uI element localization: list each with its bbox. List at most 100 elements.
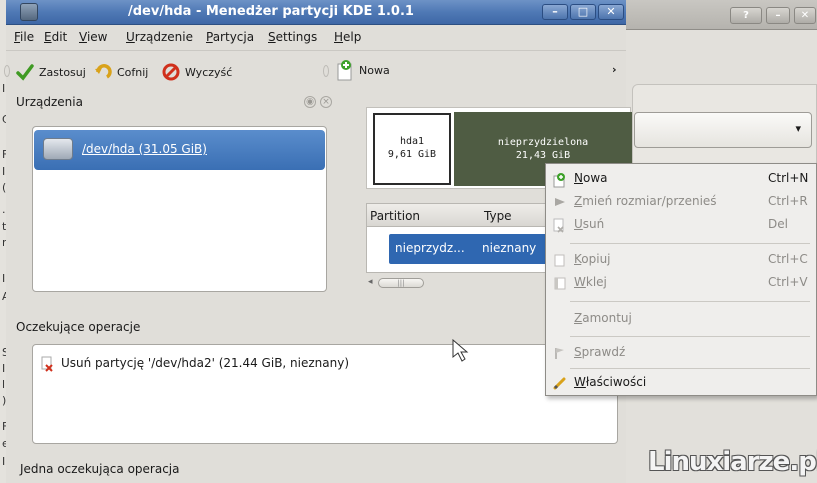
chevron-down-icon: ▾ xyxy=(795,122,801,135)
partition-block-hda1[interactable]: hda1 9,61 GiB xyxy=(373,113,451,185)
menu-item-shortcut: Ctrl+C xyxy=(768,252,808,266)
left-strip-char: . xyxy=(2,203,6,216)
status-bar: Jedna oczekująca operacja xyxy=(20,462,180,476)
menu-item-label: Wklej xyxy=(574,275,607,289)
clear-label: Wyczyść xyxy=(185,65,233,79)
float-panel-icon[interactable]: ◉ xyxy=(304,96,316,108)
pending-operations-list: Usuń partycję '/dev/hda2' (21.44 GiB, ni… xyxy=(32,344,618,444)
menu-item-label: Zmień rozmiar/przenieś xyxy=(574,194,717,208)
toolbar: Zastosuj Cofnij Wyczyść Nowa › xyxy=(4,50,626,88)
new-button[interactable]: Nowa xyxy=(336,59,390,81)
left-strip-char: I xyxy=(2,455,6,468)
menu-item-label: Usuń xyxy=(574,217,605,231)
left-strip-char: I xyxy=(2,82,6,95)
apply-button[interactable]: Zastosuj xyxy=(16,63,86,81)
menu-item-label: Sprawdź xyxy=(574,345,626,359)
left-strip-char: I xyxy=(2,272,6,285)
watermark-logo: Linuxiarze.pl xyxy=(648,447,817,477)
partition-name: nieprzydzielona xyxy=(497,137,589,148)
cell-partition: nieprzydz... xyxy=(395,241,465,255)
delete-icon xyxy=(41,356,55,372)
column-header-type[interactable]: Type xyxy=(484,209,512,223)
checkmark-icon xyxy=(16,63,34,81)
toolbar-separator xyxy=(323,65,329,77)
paste-icon xyxy=(553,276,567,290)
table-row[interactable]: nieprzydz... nieznany xyxy=(389,234,564,264)
menu-separator xyxy=(570,243,810,244)
menu-separator xyxy=(570,301,810,302)
menu-item-paste[interactable]: Wklej Ctrl+V xyxy=(546,272,817,294)
window-titlebar[interactable]: /dev/hda - Menedżer partycji KDE 1.0.1 –… xyxy=(6,0,626,25)
menu-item-properties[interactable]: Właściwości xyxy=(546,372,817,394)
partition-size: 9,61 GiB xyxy=(387,149,437,160)
delete-icon xyxy=(553,218,567,233)
cell-type: nieznany xyxy=(482,241,537,255)
new-label: Nowa xyxy=(359,63,390,77)
scrollbar-thumb[interactable]: ||| xyxy=(378,278,424,288)
properties-icon xyxy=(553,376,567,390)
menu-partition[interactable]: Partycja xyxy=(206,30,254,44)
list-item[interactable]: Usuń partycję '/dev/hda2' (21.44 GiB, ni… xyxy=(41,356,350,372)
background-combo-box[interactable]: ▾ xyxy=(634,112,812,148)
column-header-partition[interactable]: Partition xyxy=(370,209,420,223)
menu-bar: File Edit View Urządzenie Partycja Setti… xyxy=(6,25,626,49)
left-strip-char: I xyxy=(2,362,6,375)
menu-settings[interactable]: Settings xyxy=(268,30,317,44)
menu-item-shortcut: Ctrl+V xyxy=(768,275,808,289)
hard-disk-icon xyxy=(43,138,73,160)
pending-item-label: Usuń partycję '/dev/hda2' (21.44 GiB, ni… xyxy=(61,356,350,370)
help-button[interactable]: ? xyxy=(730,7,762,24)
window-title: /dev/hda - Menedżer partycji KDE 1.0.1 xyxy=(128,4,414,19)
devices-panel-title: Urządzenia xyxy=(16,95,83,109)
undo-label: Cofnij xyxy=(117,65,149,79)
menu-item-label: Zamontuj xyxy=(574,311,632,325)
mouse-cursor-icon xyxy=(452,339,469,362)
maximize-button[interactable]: □ xyxy=(570,4,596,20)
pending-panel-title: Oczekujące operacje xyxy=(16,320,141,334)
minimize-button[interactable]: – xyxy=(542,4,568,20)
menu-item-delete[interactable]: Usuń Del xyxy=(546,214,817,236)
menu-item-label: Właściwości xyxy=(574,375,647,389)
close-panel-icon[interactable]: × xyxy=(320,96,332,108)
new-partition-icon xyxy=(336,59,354,81)
minimize-button[interactable]: – xyxy=(766,7,790,24)
close-button[interactable]: ✕ xyxy=(598,4,624,20)
clear-button[interactable]: Wyczyść xyxy=(162,63,232,81)
toolbar-overflow-button[interactable]: › xyxy=(612,63,617,76)
check-icon xyxy=(553,346,567,360)
menu-item-shortcut: Ctrl+N xyxy=(768,171,809,185)
background-window-titlebar[interactable]: ? – ✕ xyxy=(626,0,817,30)
menu-device[interactable]: Urządzenie xyxy=(126,30,193,44)
undo-button[interactable]: Cofnij xyxy=(94,63,148,81)
scroll-left-icon[interactable]: ◂ xyxy=(368,277,373,287)
resize-icon xyxy=(553,195,567,209)
menu-item-copy[interactable]: Kopiuj Ctrl+C xyxy=(546,249,817,271)
clear-icon xyxy=(162,63,180,81)
menu-edit[interactable]: Edit xyxy=(44,30,67,44)
app-icon[interactable] xyxy=(20,3,38,21)
device-label: /dev/hda (31.05 GiB) xyxy=(82,142,207,156)
apply-label: Zastosuj xyxy=(39,65,86,79)
menu-item-label: Nowa xyxy=(574,171,608,185)
menu-separator xyxy=(570,368,810,369)
menu-item-mount[interactable]: Zamontuj xyxy=(546,308,817,330)
undo-icon xyxy=(94,63,112,81)
close-button[interactable]: ✕ xyxy=(794,7,816,24)
menu-item-shortcut: Ctrl+R xyxy=(768,194,808,208)
menu-item-resize[interactable]: Zmień rozmiar/przenieś Ctrl+R xyxy=(546,191,817,213)
device-item[interactable]: /dev/hda (31.05 GiB) xyxy=(34,130,325,170)
menu-item-new[interactable]: Nowa Ctrl+N xyxy=(546,168,817,190)
toolbar-separator xyxy=(4,65,10,77)
partition-manager-window: /dev/hda - Menedżer partycji KDE 1.0.1 –… xyxy=(4,0,632,483)
menu-view[interactable]: View xyxy=(79,30,107,44)
left-strip-char: I xyxy=(2,165,6,178)
devices-list: /dev/hda (31.05 GiB) xyxy=(32,126,327,292)
menu-item-check[interactable]: Sprawdź xyxy=(546,342,817,364)
new-icon xyxy=(553,172,567,188)
partition-size: 21,43 GiB xyxy=(515,150,571,161)
left-strip-char: l xyxy=(2,378,6,391)
menu-file[interactable]: File xyxy=(14,30,34,44)
copy-icon xyxy=(553,253,567,267)
menu-help[interactable]: Help xyxy=(334,30,361,44)
context-menu: Nowa Ctrl+N Zmień rozmiar/przenieś Ctrl+… xyxy=(545,163,817,396)
